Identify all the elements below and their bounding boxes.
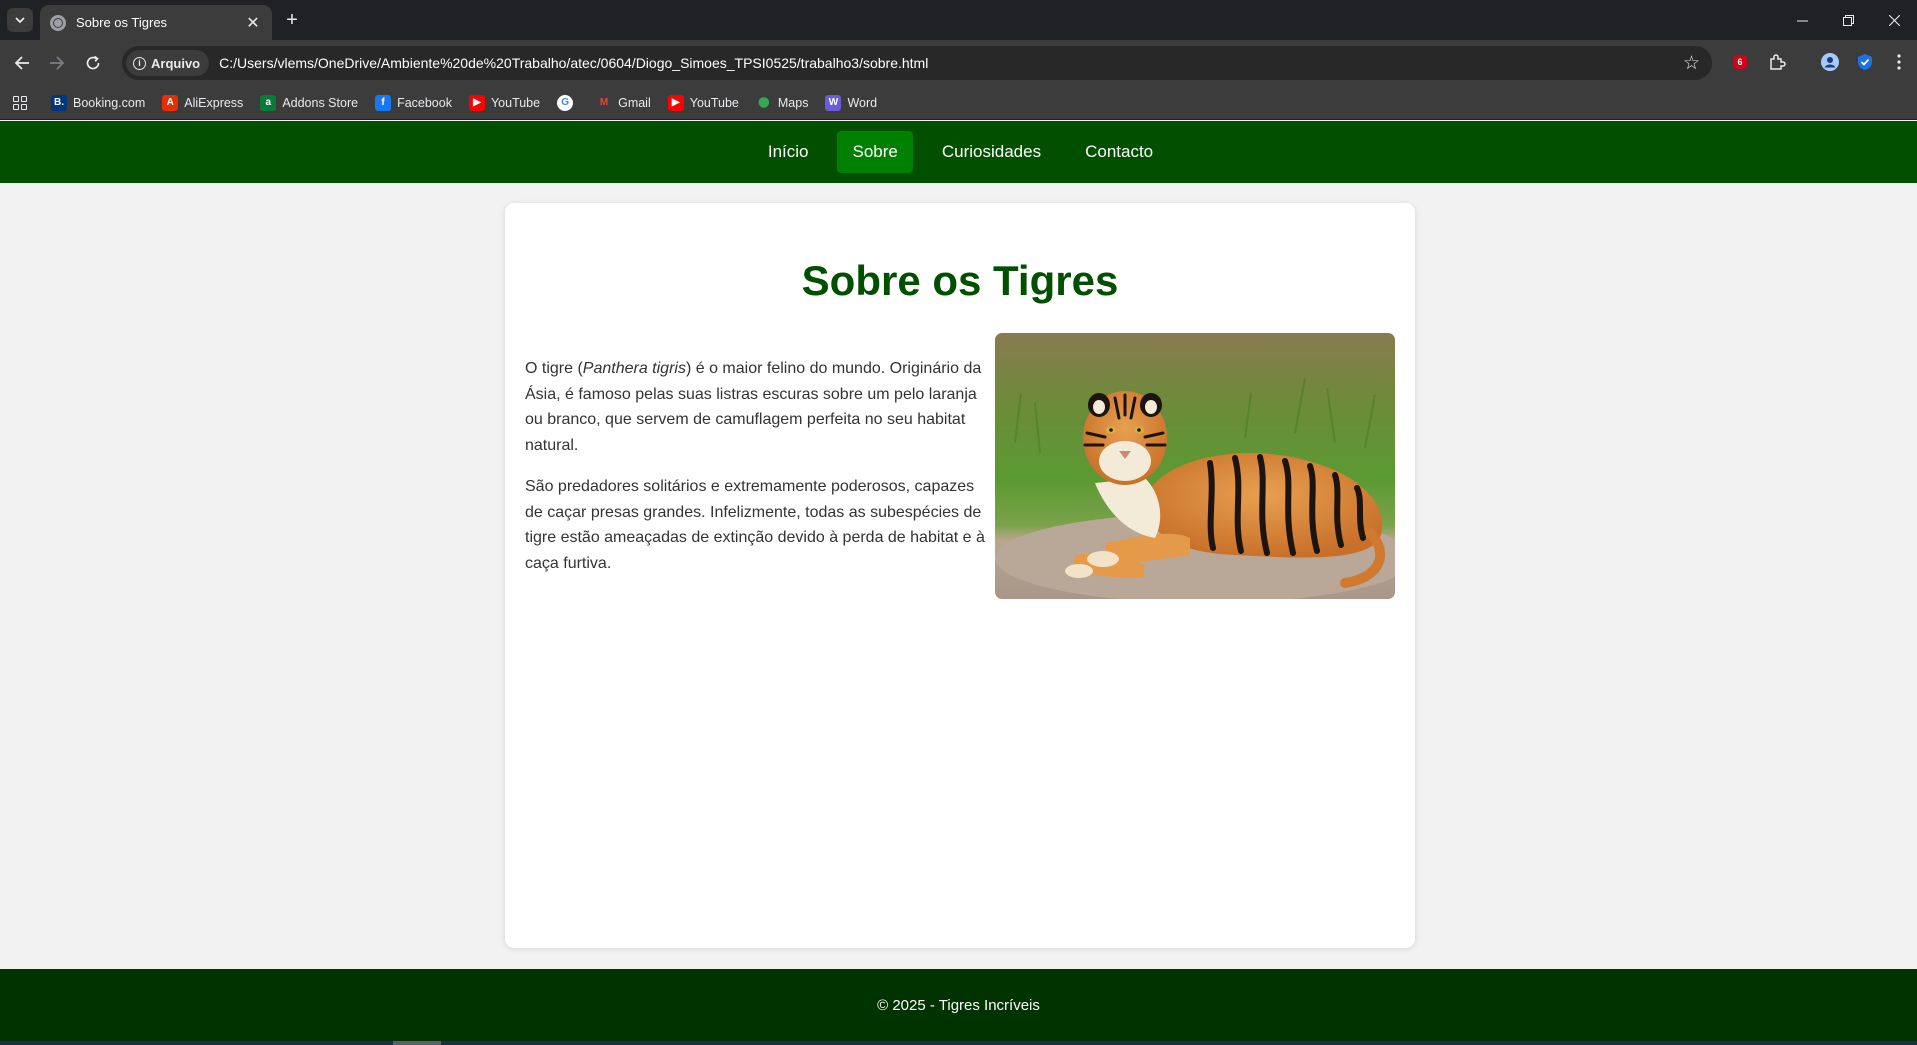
scientific-name: Panthera tigris (582, 360, 686, 377)
nav-link-2[interactable]: Sobre (837, 131, 913, 173)
bookmark-item[interactable]: A AliExpress (162, 94, 244, 111)
nav-list: Início Sobre Curiosidades Contacto (0, 121, 1917, 183)
bookmark-item[interactable]: G (557, 94, 579, 111)
facebook-icon: f (375, 94, 392, 111)
new-tab-button[interactable]: + (281, 9, 303, 31)
security-extension-button[interactable] (1855, 52, 1875, 72)
paragraph-predators: São predadores solitários e extremamente… (525, 478, 985, 572)
bookmark-label: AliExpress (184, 95, 244, 110)
addons-store-icon: a (260, 94, 277, 111)
forward-button[interactable] (43, 49, 71, 77)
bookmark-label: Word (847, 95, 878, 110)
bookmark-item[interactable]: f Facebook (375, 94, 452, 111)
bookmark-item[interactable]: B. Booking.com (51, 94, 146, 111)
menu-button[interactable] (1889, 52, 1909, 72)
nav-item: Início (753, 131, 824, 173)
bookmark-item[interactable]: W Word (825, 94, 878, 111)
avatar-icon (1821, 53, 1839, 71)
site-info-chip[interactable]: i Arquivo (126, 50, 210, 76)
gmail-icon: M (599, 97, 609, 108)
browser-tab-strip: Sobre os Tigres ✕ + (0, 0, 1917, 40)
globe-icon (50, 14, 66, 31)
extension-badge-icon: 6 (1733, 55, 1747, 69)
aliexpress-icon: A (162, 94, 179, 111)
tab-title: Sobre os Tigres (76, 15, 168, 30)
url-text[interactable]: C:/Users/vlems/OneDrive/Ambiente%20de%20… (219, 55, 928, 71)
apps-grid-icon[interactable] (13, 95, 27, 110)
close-window-button[interactable] (1871, 0, 1917, 40)
bookmark-item[interactable]: ▶ YouTube (468, 94, 541, 111)
word-icon: W (825, 94, 842, 111)
more-vert-icon (1897, 54, 1901, 70)
bookmarks-bar: B. Booking.com A AliExpress a Addons Store f Fa… (0, 86, 1917, 120)
back-button[interactable] (8, 49, 36, 77)
shield-check-icon (1858, 54, 1872, 70)
bookmark-item[interactable]: ▶ YouTube (667, 94, 739, 111)
nav-item: Contacto (1070, 131, 1168, 173)
bookmark-item[interactable]: ⬤ Maps (756, 95, 809, 111)
nav-link-1[interactable]: Início (753, 131, 824, 173)
taskbar-edge (0, 1041, 1917, 1045)
browser-tab[interactable]: Sobre os Tigres ✕ (40, 5, 272, 40)
bookmark-label: Gmail (618, 95, 651, 110)
paragraph-intro: O tigre (Panthera tigris) é o maior feli… (525, 356, 987, 458)
info-icon: i (133, 56, 146, 70)
footer-copyright: © 2025 - Tigres Incríveis (877, 996, 1040, 1014)
text-column: O tigre (Panthera tigris) é o maior feli… (525, 356, 987, 592)
tiger-photo-illustration (995, 333, 1395, 599)
bookmark-list: B. Booking.com A AliExpress a Addons Store f Fa… (51, 94, 894, 111)
youtube-icon: ▶ (667, 94, 684, 111)
profile-button[interactable] (1820, 52, 1840, 72)
bookmark-label: Maps (777, 95, 809, 110)
site-nav: Início Sobre Curiosidades Contacto (0, 121, 1917, 183)
bookmark-label: Addons Store (282, 95, 359, 110)
bookmark-label: Facebook (397, 95, 452, 110)
reload-button[interactable] (79, 49, 107, 77)
restore-icon (1842, 14, 1854, 26)
arrow-right-icon (50, 56, 65, 70)
youtube-icon: ▶ (468, 94, 485, 111)
tab-search-button[interactable] (7, 8, 33, 32)
paragraph-intro-start: O tigre ( (525, 360, 583, 377)
site-footer: © 2025 - Tigres Incríveis (0, 969, 1917, 1041)
chevron-down-icon (15, 16, 25, 23)
bookmark-label: YouTube (490, 95, 541, 110)
arrow-left-icon (14, 56, 29, 70)
bookmark-label: Booking.com (73, 95, 146, 110)
minimize-icon (1796, 20, 1808, 21)
tiger-photo (995, 333, 1395, 599)
nav-link-4[interactable]: Contacto (1070, 131, 1168, 173)
window-controls (1779, 0, 1917, 40)
minimize-button[interactable] (1779, 0, 1825, 40)
google-icon: G (557, 94, 574, 111)
nav-item: Sobre (837, 131, 913, 173)
close-icon (1888, 14, 1900, 26)
booking-icon: B. (51, 94, 67, 111)
bookmark-item[interactable]: M Gmail (596, 95, 651, 111)
maps-icon: ⬤ (758, 97, 770, 108)
puzzle-icon (1770, 54, 1786, 70)
content-card: Sobre os Tigres O tigre (Panthera tigris… (505, 203, 1415, 948)
close-tab-icon[interactable]: ✕ (244, 13, 262, 33)
bookmark-label: YouTube (689, 95, 739, 110)
extensions-button[interactable] (1767, 52, 1787, 72)
nav-item: Curiosidades (927, 131, 1056, 173)
reload-icon (86, 55, 100, 70)
page-title: Sobre os Tigres (801, 257, 1119, 304)
site-chip-label: Arquivo (151, 55, 201, 71)
extension-button[interactable]: 6 (1730, 52, 1750, 72)
address-bar[interactable]: i Arquivo C:/Users/vlems/OneDrive/Ambien… (122, 46, 1712, 80)
bookmark-star-icon[interactable]: ☆ (1683, 52, 1700, 75)
browser-toolbar: i Arquivo C:/Users/vlems/OneDrive/Ambien… (0, 40, 1917, 86)
restore-button[interactable] (1825, 0, 1871, 40)
bookmark-item[interactable]: a Addons Store (260, 94, 359, 111)
nav-link-3[interactable]: Curiosidades (927, 131, 1056, 173)
